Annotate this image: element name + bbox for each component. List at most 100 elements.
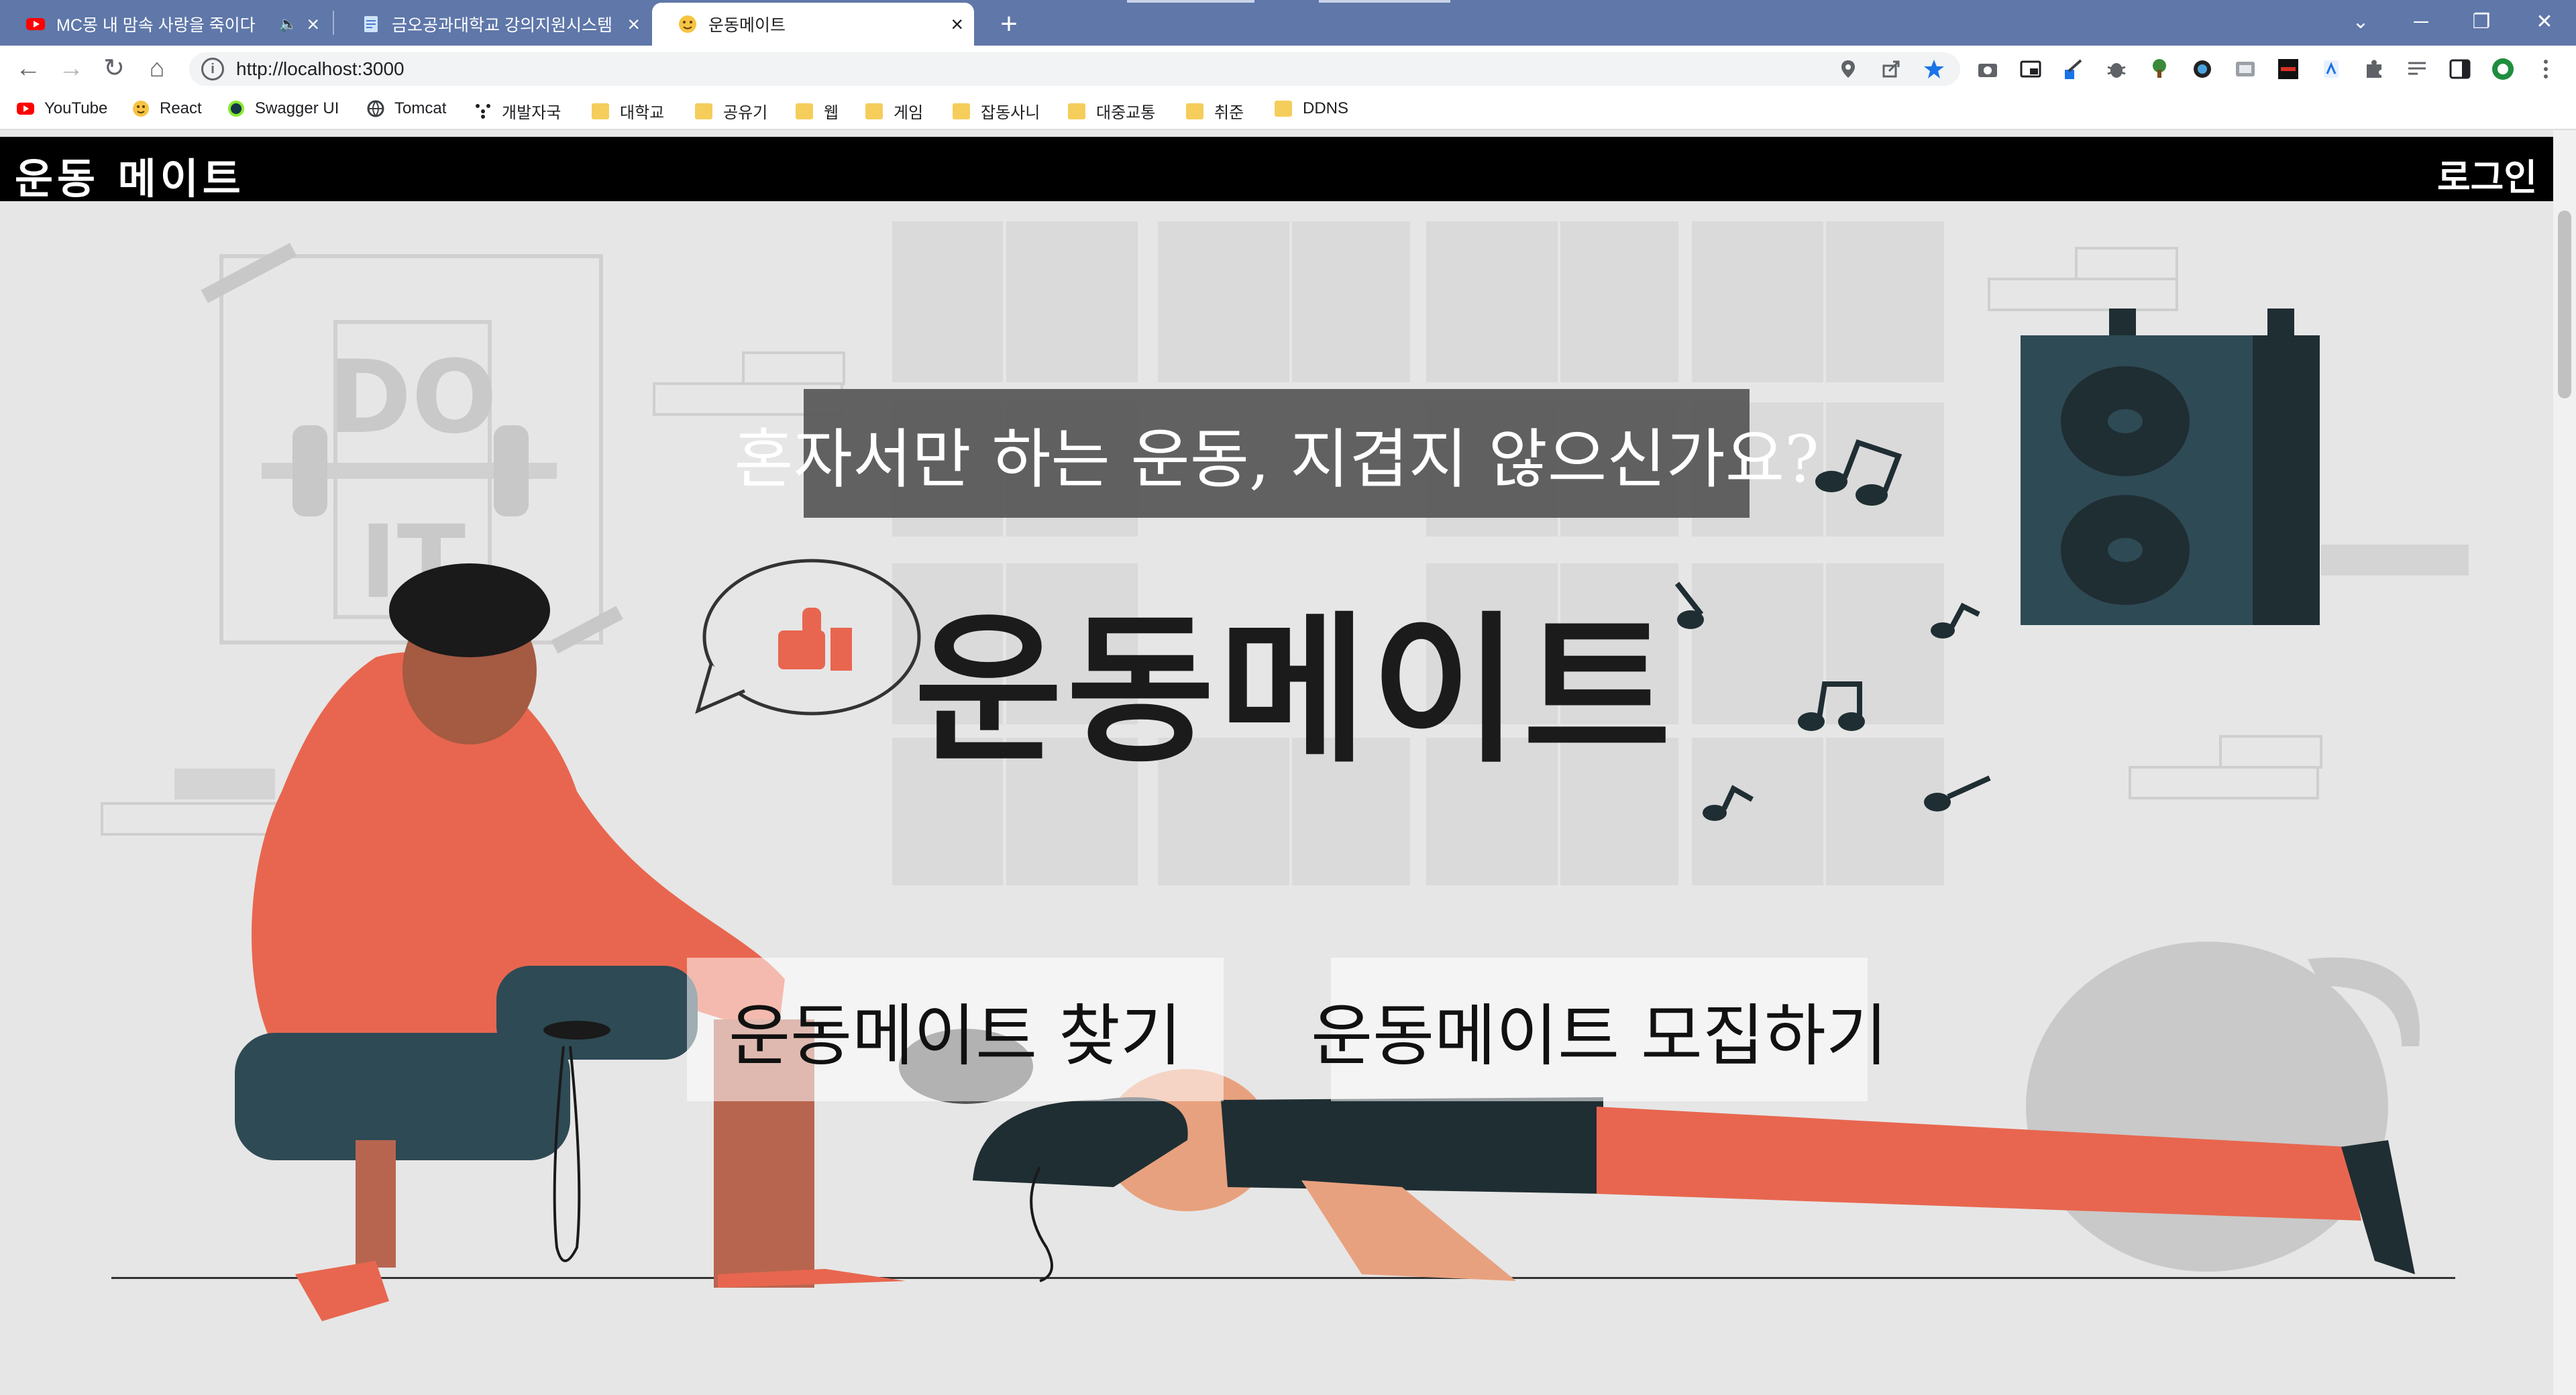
folder-icon <box>695 103 712 119</box>
new-tab-button[interactable]: + <box>990 5 1028 43</box>
tab-active[interactable]: 운동메이트 × <box>652 3 974 46</box>
bookmark-label: 공유기 <box>723 104 768 122</box>
bookmark-folder[interactable]: 잡동사니 <box>953 99 1040 123</box>
scrollbar-thumb[interactable] <box>2558 211 2571 398</box>
floor-line <box>111 1277 2455 1279</box>
minimize-icon[interactable]: ─ <box>2398 5 2445 39</box>
strip-highlight <box>1127 0 1254 3</box>
side-panel-icon[interactable] <box>2449 58 2471 80</box>
bookmark-label: 게임 <box>894 104 924 122</box>
location-icon[interactable] <box>1837 58 1860 80</box>
bookmark-label: YouTube <box>44 99 108 117</box>
bookmark-label: Swagger UI <box>255 99 339 117</box>
tab-divider <box>333 11 334 35</box>
url-text[interactable]: http://localhost:3000 <box>236 58 405 80</box>
bookmark-label: 취준 <box>1214 104 1244 122</box>
speaker-icon[interactable]: 🔈 <box>279 15 297 33</box>
home-icon[interactable]: ⌂ <box>140 51 174 86</box>
bookmark-label: 잡동사니 <box>981 104 1040 122</box>
address-bar[interactable]: i http://localhost:3000 <box>189 52 1960 86</box>
bookmark-folder[interactable]: DDNS <box>1275 99 1348 118</box>
bookmark-youtube[interactable]: YouTube <box>16 99 107 118</box>
reading-list-icon[interactable] <box>2406 58 2428 80</box>
find-mate-button[interactable]: 운동메이트 찾기 <box>687 958 1224 1101</box>
folder-icon <box>796 103 813 119</box>
bookmark-folder[interactable]: 웹 <box>796 99 839 123</box>
bookmark-folder[interactable]: 대중교통 <box>1068 99 1155 123</box>
close-icon[interactable]: × <box>951 12 963 37</box>
tab-strip: MC몽 내 맘속 사랑을 죽이다 🔈 × 금오공과대학교 강의지원시스템 × 운… <box>0 0 2576 46</box>
bookmark-folder[interactable]: 게임 <box>865 99 923 123</box>
wall-brick <box>2321 545 2469 575</box>
folder-icon <box>592 103 609 119</box>
puzzle-icon[interactable] <box>2363 58 2385 80</box>
back-icon[interactable]: ← <box>11 51 46 86</box>
globe-icon <box>367 100 384 117</box>
bookmark-react[interactable]: React <box>131 99 202 118</box>
tab-youtube[interactable]: MC몽 내 맘속 사랑을 죽이다 🔈 × <box>0 3 330 46</box>
hero-illustration-svg: DO IT <box>101 221 2469 1321</box>
folder-icon <box>1275 101 1292 117</box>
bookmark-label: 대중교통 <box>1096 104 1156 122</box>
brand-logo[interactable]: 운동 메이트 <box>15 145 245 205</box>
close-icon[interactable]: × <box>307 12 319 37</box>
poster-do-text: DO <box>328 339 497 456</box>
web-page: DO IT 운동 메이트 로그인 혼자서만 하는 운동, 지겹지 않으신가요? … <box>0 130 2576 1395</box>
bookmark-star-icon[interactable] <box>1923 58 1945 80</box>
menu-kebab-icon[interactable] <box>2534 58 2557 80</box>
folder-icon <box>1068 103 1085 119</box>
browser-toolbar: ← → ↻ ⌂ i http://localhost:3000 <box>0 46 2576 91</box>
bookmark-folder[interactable]: 공유기 <box>695 99 767 123</box>
tab-search-icon[interactable]: ⌄ <box>2337 5 2384 39</box>
strip-highlight <box>1319 0 1450 3</box>
restore-icon[interactable]: ❐ <box>2458 5 2505 39</box>
tab-lecture-system[interactable]: 금오공과대학교 강의지원시스템 × <box>335 3 651 46</box>
bookmark-tomcat[interactable]: Tomcat <box>366 99 446 118</box>
speaker-illustration <box>2021 309 2320 625</box>
profile-avatar-icon[interactable] <box>2491 58 2514 80</box>
exercise-ball <box>2026 942 2420 1272</box>
folder-icon <box>953 103 970 119</box>
counter-icon[interactable] <box>2277 58 2300 80</box>
bookmark-label: 개발자국 <box>502 104 561 122</box>
bug-icon[interactable] <box>2105 58 2128 80</box>
page-scrollbar[interactable] <box>2553 130 2576 1395</box>
translate-icon[interactable] <box>2320 58 2343 80</box>
shield-icon[interactable] <box>2191 58 2214 80</box>
emoji-favicon <box>133 101 149 117</box>
bookmark-label: 웹 <box>824 104 839 122</box>
emoji-favicon <box>679 15 696 33</box>
camera-icon[interactable] <box>1976 58 1999 80</box>
bookmark-label: Tomcat <box>394 99 447 117</box>
site-info-icon[interactable]: i <box>201 58 224 80</box>
wall-brick <box>174 769 275 799</box>
recruit-mate-button[interactable]: 운동메이트 모집하기 <box>1311 958 1888 1101</box>
share-icon[interactable] <box>1880 58 1902 80</box>
bookmark-folder[interactable]: 대학교 <box>592 99 664 123</box>
bookmarks-bar: YouTube React Swagger UI Tomcat 개발자국 대학교… <box>0 91 2576 130</box>
bookmark-devjaguk[interactable]: 개발자국 <box>474 99 561 123</box>
close-icon[interactable]: × <box>627 12 640 37</box>
youtube-icon <box>26 18 45 30</box>
hero-tagline: 혼자서만 하는 운동, 지겹지 않으신가요? <box>734 389 1819 518</box>
speech-bubble <box>695 559 921 716</box>
picture-in-picture-icon[interactable] <box>2019 58 2042 80</box>
bookmark-swagger[interactable]: Swagger UI <box>227 99 339 118</box>
gallery-icon[interactable] <box>2234 58 2257 80</box>
extension-pen-icon[interactable] <box>2062 58 2085 80</box>
swagger-icon <box>228 101 244 117</box>
folder-icon <box>865 103 883 119</box>
folder-icon <box>1186 103 1203 119</box>
reload-icon[interactable]: ↻ <box>97 51 131 86</box>
tree-icon[interactable] <box>2148 58 2171 80</box>
bookmark-label: DDNS <box>1303 99 1349 117</box>
youtube-icon <box>17 103 34 115</box>
window-close-icon[interactable]: ✕ <box>2521 5 2568 39</box>
hero-illustration: DO IT <box>0 201 2553 1395</box>
bookmark-folder[interactable]: 취준 <box>1186 99 1244 123</box>
tab-title: MC몽 내 맘속 사랑을 죽이다 <box>56 16 256 35</box>
document-icon <box>364 16 378 32</box>
login-button[interactable]: 로그인 <box>2437 148 2537 201</box>
tab-title: 운동메이트 <box>708 16 786 35</box>
forward-icon[interactable]: → <box>54 51 89 86</box>
